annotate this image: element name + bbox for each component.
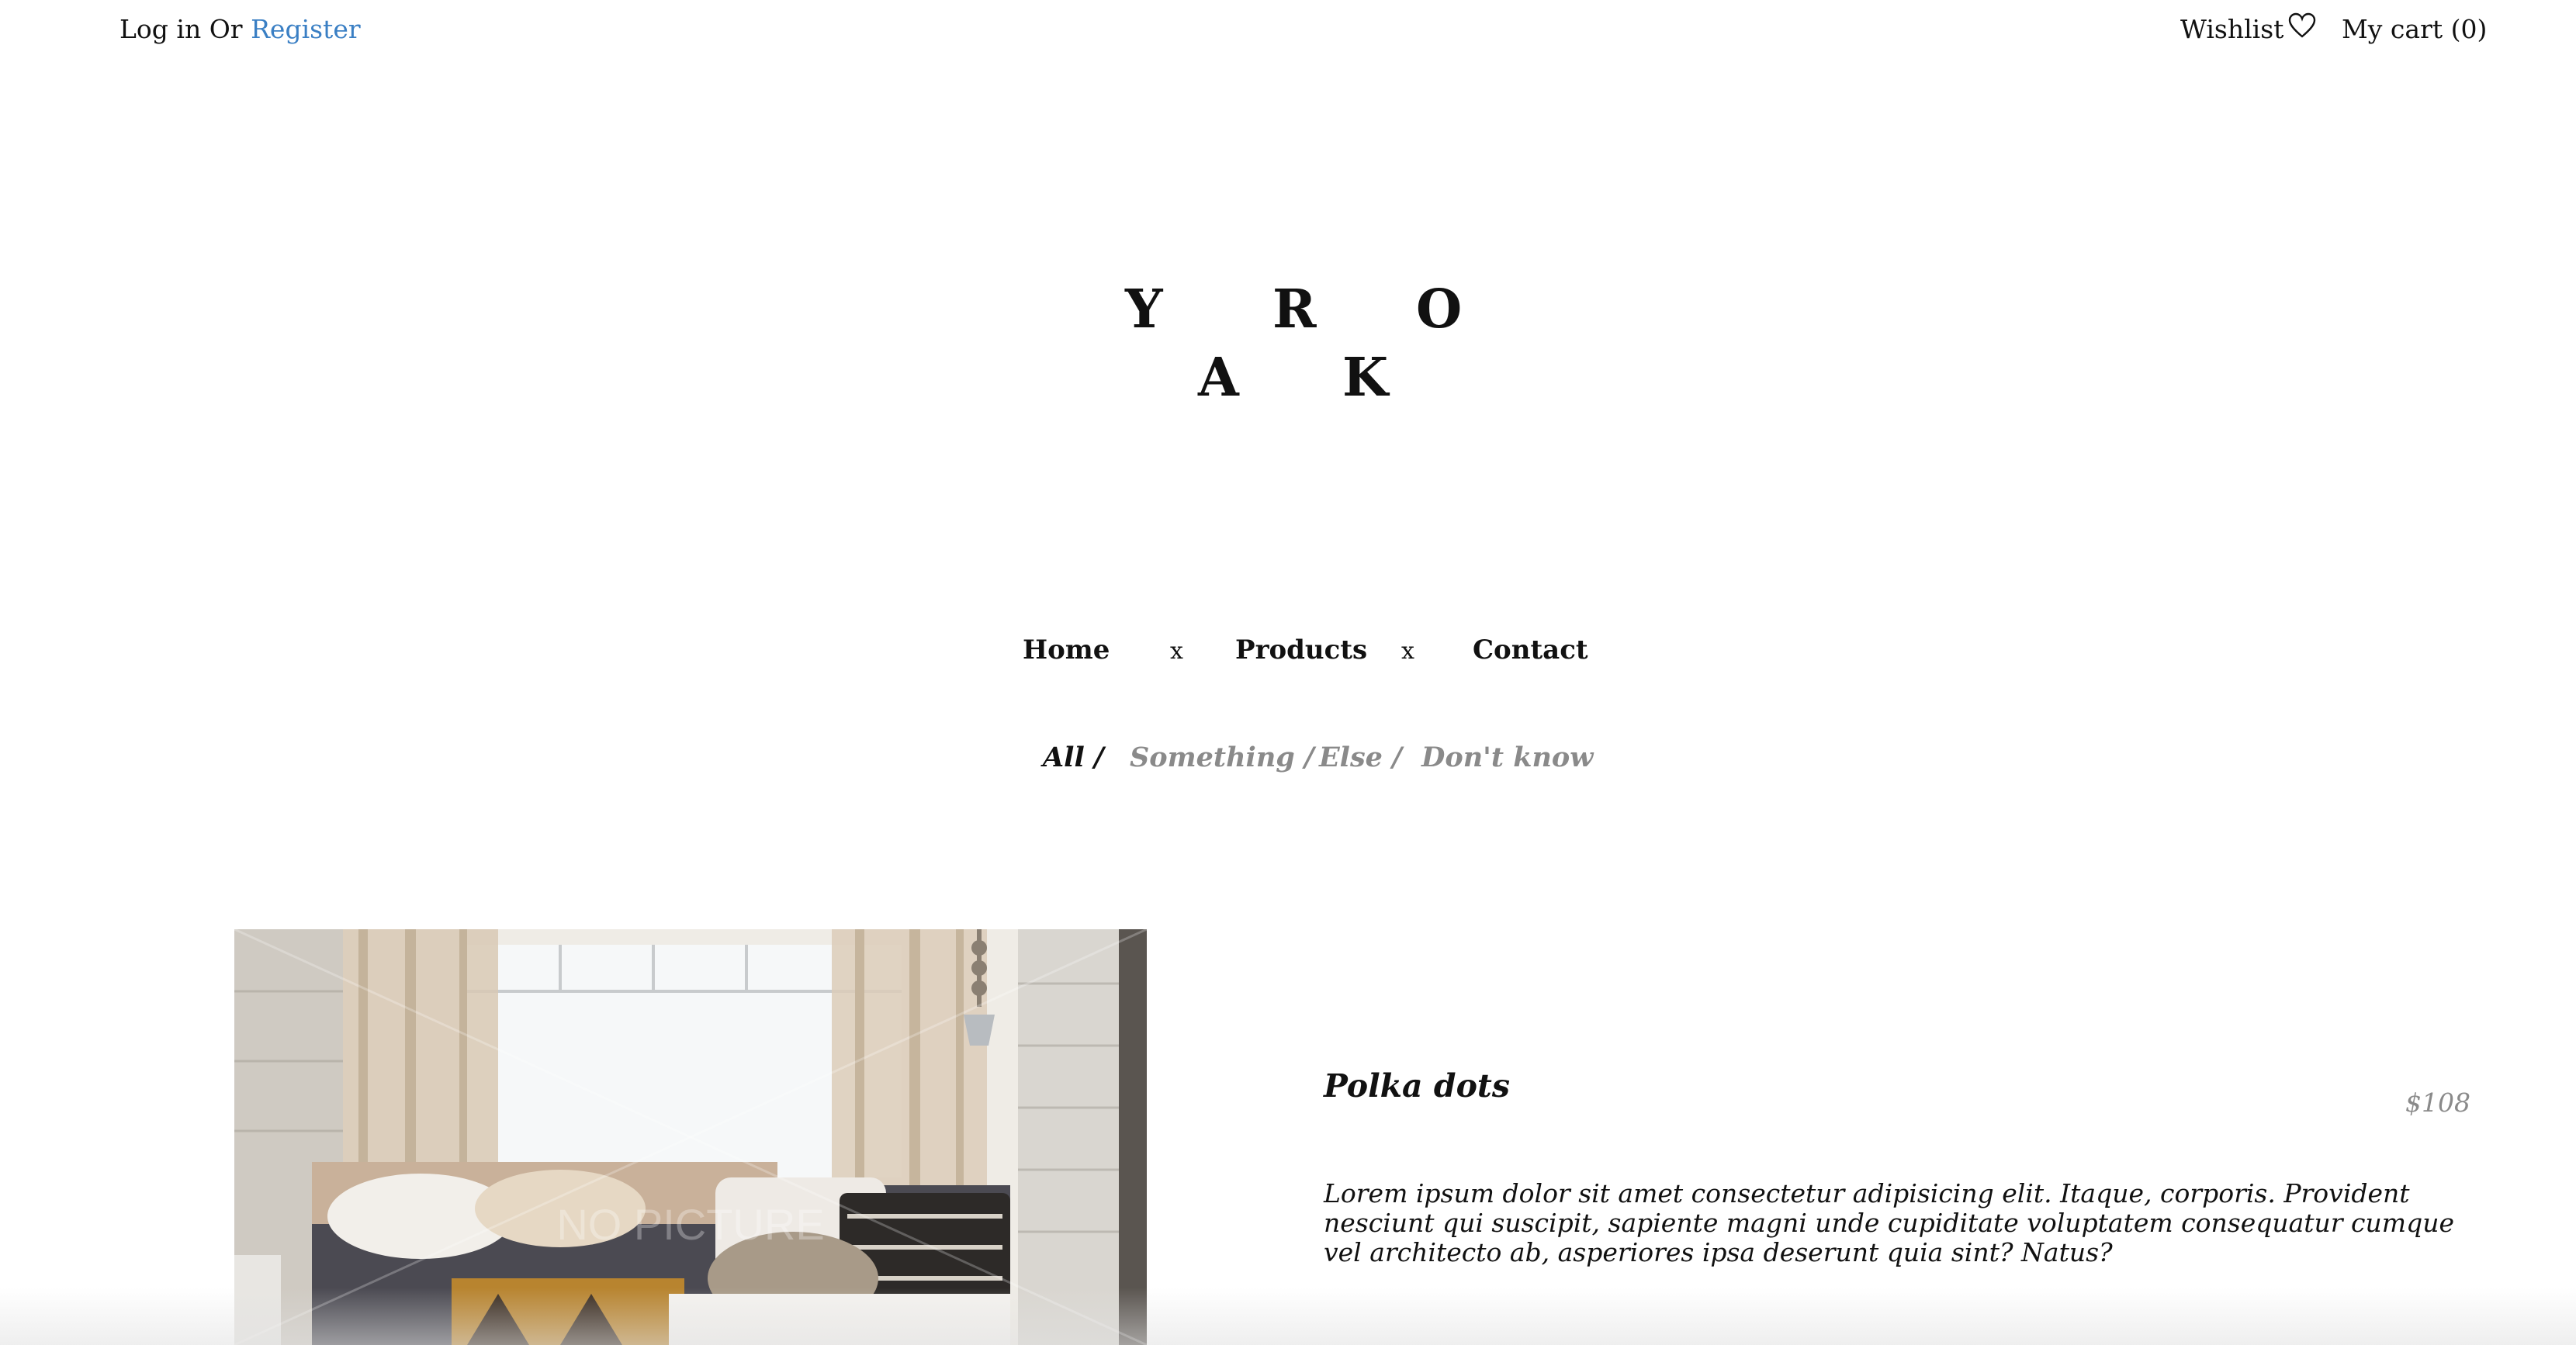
main-nav: Home x Products x Contact (0, 634, 2576, 673)
filter-dont-know[interactable]: Don't know (1421, 742, 1593, 773)
site-logo[interactable]: Y R O A K (1117, 275, 1463, 415)
filter-something[interactable]: Something / (1130, 742, 1314, 773)
product-description: Lorem ipsum dolor sit amet consectetur a… (1324, 1178, 2454, 1267)
wishlist-label: Wishlist (2180, 14, 2284, 44)
logo-letter-y: Y (1125, 278, 1163, 341)
nav-separator: x (1401, 638, 1414, 665)
logo-letter-r: R (1272, 278, 1317, 341)
wishlist-link[interactable]: Wishlist (2180, 12, 2316, 44)
product-image[interactable]: NO PICTURE (234, 929, 1147, 1345)
heart-outline-icon (2289, 12, 2316, 38)
logo-letter-k: K (1342, 347, 1389, 409)
image-watermark: NO PICTURE (556, 1200, 824, 1249)
nav-item-products[interactable]: Products (1235, 634, 1367, 666)
category-filters: All / Something / Else / Don't know (0, 742, 2576, 780)
register-link[interactable]: Register (251, 14, 361, 44)
cart-link[interactable]: My cart (0) (2342, 14, 2487, 44)
or-text: Or (209, 14, 243, 44)
product-price: $108 (2405, 1087, 2470, 1118)
product-title[interactable]: Polka dots (1324, 1067, 1510, 1105)
nav-item-contact[interactable]: Contact (1473, 634, 1588, 666)
filter-all[interactable]: All / (1043, 742, 1104, 773)
bedroom-photo: NO PICTURE (234, 929, 1147, 1345)
filter-else[interactable]: Else / (1319, 742, 1402, 773)
nav-separator: x (1170, 638, 1183, 665)
logo-letter-a: A (1198, 347, 1239, 409)
nav-item-home[interactable]: Home (1023, 634, 1110, 666)
login-link[interactable]: Log in (119, 14, 201, 44)
account-links: Log in Or Register (119, 14, 361, 44)
top-bar: Log in Or Register Wishlist My cart (0) (0, 0, 2576, 62)
logo-letter-o: O (1416, 278, 1463, 341)
